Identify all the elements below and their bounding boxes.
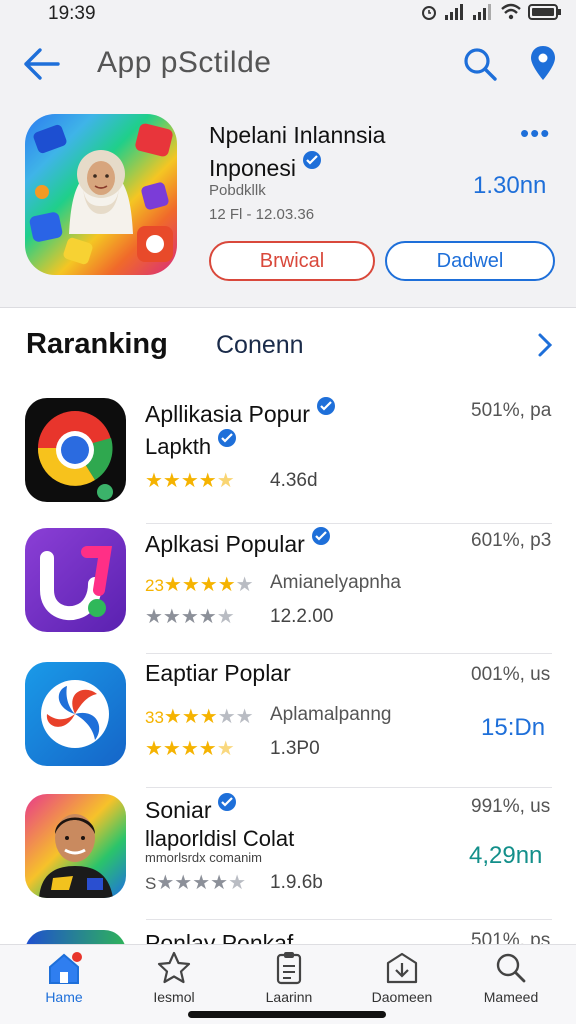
chevron-right-icon	[538, 333, 553, 357]
app-name: Eaptiar Poplar	[145, 660, 291, 686]
featured-download-button[interactable]: Dadwel	[385, 241, 555, 281]
featured-title: Npelani Inlannsia Inponesi	[209, 120, 469, 183]
star-rating-secondary: ★★★★★	[145, 606, 235, 628]
update-icon	[386, 952, 418, 984]
status-time: 19:39	[48, 3, 96, 24]
list-item[interactable]: Ponlay Ponkaf 501%, ps	[0, 926, 576, 946]
list-item[interactable]: Eaptiar Poplar 001%, us 33★★★★★ Aplamalp…	[0, 654, 576, 788]
signal-2-icon	[473, 4, 491, 20]
app-subtitle: Aplamalpanng	[270, 704, 392, 725]
ranking-section-header: Raranking Conenn	[0, 318, 576, 374]
rating-count: 1.9.6b	[270, 872, 323, 893]
star-rating: 23★★★★★	[145, 574, 254, 596]
featured-price: 1.30nn	[473, 172, 547, 199]
divider	[146, 919, 552, 920]
verified-badge-icon	[316, 397, 335, 415]
tab-search[interactable]: Mameed	[461, 951, 561, 1015]
search-icon	[464, 48, 497, 81]
verified-badge-icon	[218, 793, 237, 811]
star-rating: S★★★★★	[145, 872, 246, 894]
section-title: Raranking	[26, 328, 168, 360]
list-item[interactable]: Apllikasia Popur Lapkth 501%, pa ★★★★★ 4…	[0, 390, 576, 524]
rating-count: 12.2.00	[270, 606, 334, 627]
tab-label: Iesmol	[153, 989, 195, 1005]
location-pin-icon	[531, 46, 555, 80]
rating-count: 1.3P0	[270, 738, 320, 759]
app-percent: 991%, us	[471, 796, 551, 817]
battery-icon	[528, 4, 561, 20]
person-avatar-icon	[39, 814, 113, 898]
app-name: Soniar	[145, 792, 237, 824]
verified-badge-icon	[218, 429, 237, 447]
u-logo-icon	[40, 546, 113, 621]
featured-title-line1: Npelani Inlannsia	[209, 122, 386, 148]
verified-badge-icon	[311, 527, 330, 545]
star-rating: ★★★★★	[145, 470, 235, 492]
app-name: Apllikasia Popur	[145, 396, 336, 428]
star-rating: 33★★★★★	[145, 706, 254, 728]
tab-label: Mameed	[483, 989, 539, 1005]
featured-artwork-icon	[29, 123, 173, 265]
signal-icon	[445, 4, 463, 20]
status-icons	[420, 3, 562, 21]
app-price: 15:Dn	[481, 714, 546, 741]
tab-label: Laarinn	[265, 989, 313, 1005]
top-panel: App pSctilde Npelani Inlannsia Inponesi …	[0, 28, 576, 308]
list-item[interactable]: Soniar llaporldisl Colat mmorlsrdx coman…	[0, 786, 576, 920]
featured-subtitle: Pobdkllk	[209, 182, 266, 199]
app-icon-u[interactable]	[25, 528, 126, 632]
app-name-line2: llaporldisl Colat	[145, 826, 295, 851]
tab-updates[interactable]: Daomeen	[352, 951, 452, 1015]
app-icon-avatar[interactable]	[25, 794, 126, 898]
back-arrow-icon	[24, 48, 60, 80]
clipboard-icon	[276, 952, 302, 985]
app-name-line2: Lapkth	[145, 428, 237, 460]
tab-label: Hame	[45, 989, 83, 1005]
browser-icon	[37, 411, 113, 500]
app-subtitle: Amianelyapnha	[270, 572, 401, 593]
verified-badge-icon	[302, 151, 321, 169]
status-bar: 19:39	[0, 0, 576, 28]
section-tab[interactable]: Conenn	[216, 331, 304, 360]
featured-app-icon[interactable]	[25, 114, 177, 275]
star-icon	[157, 951, 191, 984]
app-percent: 001%, us	[471, 664, 551, 685]
rating-count: 4.36d	[270, 470, 318, 491]
home-indicator	[188, 1011, 386, 1018]
app-percent: 601%, p3	[471, 530, 552, 551]
app-price: 4,29nn	[469, 842, 543, 869]
wifi-icon	[501, 3, 521, 20]
tab-featured[interactable]: Iesmol	[124, 951, 224, 1015]
nav-bar: App pSctilde	[0, 28, 576, 98]
search-icon	[496, 953, 526, 983]
swirl-logo-icon	[41, 680, 109, 748]
tab-library[interactable]: Laarinn	[239, 951, 339, 1015]
featured-date: 12 Fl - 12.03.36	[209, 206, 315, 223]
featured-secondary-button[interactable]: Brwical	[209, 241, 375, 281]
alarm-icon	[422, 6, 436, 20]
search-button[interactable]	[460, 44, 500, 84]
tab-home[interactable]: Hame	[14, 951, 114, 1015]
back-button[interactable]	[20, 44, 62, 84]
location-button[interactable]	[526, 42, 560, 86]
list-item[interactable]: Aplkasi Popular 601%, p3 23★★★★★ Amianel…	[0, 520, 576, 654]
more-options-button[interactable]: •••	[520, 118, 550, 149]
featured-title-line2: Inponesi	[209, 155, 296, 181]
app-icon-swirl[interactable]	[25, 662, 126, 766]
app-icon-browser[interactable]	[25, 398, 126, 502]
app-percent: 501%, pa	[471, 400, 552, 421]
home-icon	[49, 952, 82, 984]
app-developer: mmorlsrdx comanim	[145, 850, 263, 865]
tab-label: Daomeen	[371, 989, 433, 1005]
star-rating-secondary: ★★★★★	[145, 738, 235, 760]
see-all-button[interactable]	[532, 330, 558, 360]
nav-title: App pSctilde	[97, 46, 272, 79]
app-name: Aplkasi Popular	[145, 526, 331, 558]
